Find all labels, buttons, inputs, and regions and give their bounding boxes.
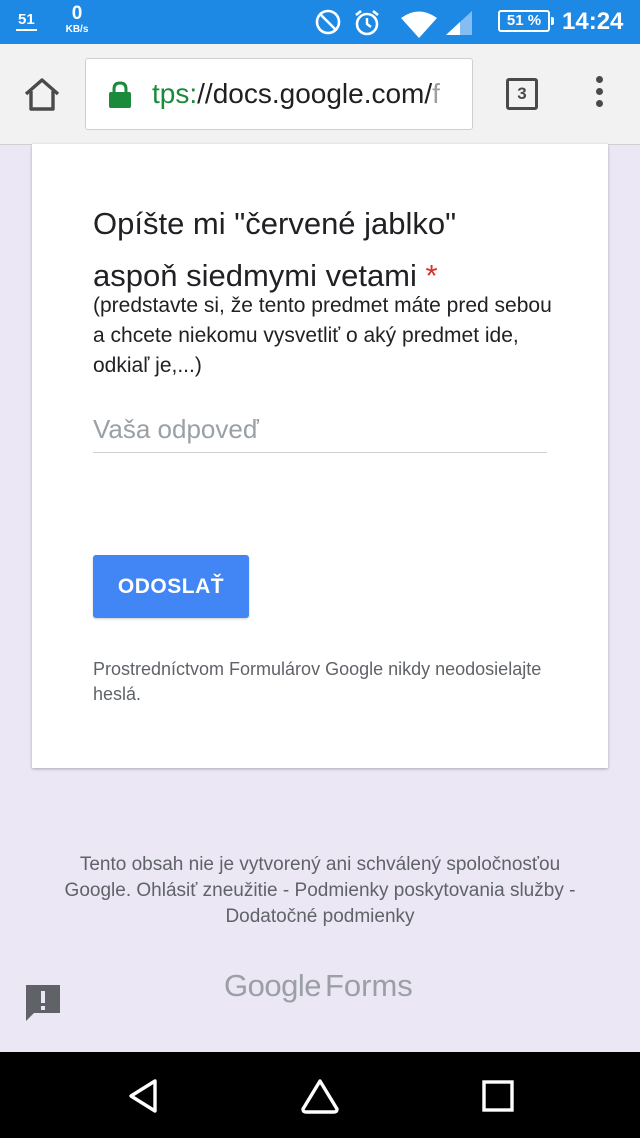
no-disturb-icon	[315, 9, 341, 35]
footer-separator: -	[277, 880, 295, 901]
answer-input[interactable]	[93, 406, 547, 453]
battery-indicator: 51 %	[498, 10, 554, 32]
submit-button[interactable]: ODOSLAŤ	[93, 555, 249, 618]
form-question-card: Opíšte mi "červené jablko" aspoň siedmym…	[32, 144, 608, 768]
footer-separator: -	[563, 880, 576, 901]
system-nav-bar	[0, 1052, 640, 1138]
question-title: Opíšte mi "červené jablko" aspoň siedmym…	[93, 198, 533, 302]
network-speed: 0 KB/s	[60, 4, 94, 36]
recents-icon[interactable]	[478, 1076, 518, 1116]
lock-icon	[109, 81, 131, 108]
brand-forms: Forms	[324, 968, 413, 1003]
url-host: //docs.google.com/	[197, 78, 433, 109]
network-speed-value: 0	[71, 3, 83, 24]
more-vert-icon[interactable]	[588, 76, 610, 112]
network-speed-unit: KB/s	[65, 24, 89, 35]
password-warning: Prostredníctvom Formulárov Google nikdy …	[93, 659, 542, 704]
notification-badge: 51	[16, 11, 37, 31]
url-fade: f	[432, 78, 440, 109]
brand-google: Google	[224, 968, 321, 1003]
url-bar[interactable]: tps://docs.google.com/f	[85, 58, 473, 130]
clock: 14:24	[562, 8, 624, 35]
wifi-icon	[401, 11, 437, 38]
required-marker: *	[425, 258, 438, 293]
url-text: tps://docs.google.com/f	[152, 77, 440, 111]
terms-of-service-link[interactable]: Podmienky poskytovania služby	[295, 880, 564, 901]
report-abuse-link[interactable]: Ohlásiť zneužitie	[136, 880, 277, 901]
home-icon[interactable]	[22, 76, 62, 112]
question-title-text: Opíšte mi "červené jablko" aspoň siedmym…	[93, 206, 457, 293]
footer-disclaimer: Tento obsah nie je vytvorený ani schvále…	[60, 852, 580, 930]
question-description: (predstavte si, že tento predmet máte pr…	[93, 294, 552, 377]
url-scheme: tps:	[152, 78, 198, 109]
feedback-icon[interactable]	[24, 983, 62, 1023]
signal-icon	[446, 11, 472, 35]
tab-switcher-button[interactable]: 3	[506, 78, 538, 110]
google-forms-logo[interactable]: Google Forms	[224, 964, 424, 1008]
status-bar: 51 0 KB/s 51 % 14:24	[0, 0, 640, 44]
home-nav-icon[interactable]	[300, 1076, 340, 1116]
back-icon[interactable]	[124, 1076, 164, 1116]
alarm-icon	[355, 9, 379, 36]
browser-toolbar: tps://docs.google.com/f 3	[0, 44, 640, 145]
additional-terms-link[interactable]: Dodatočné podmienky	[225, 906, 414, 927]
